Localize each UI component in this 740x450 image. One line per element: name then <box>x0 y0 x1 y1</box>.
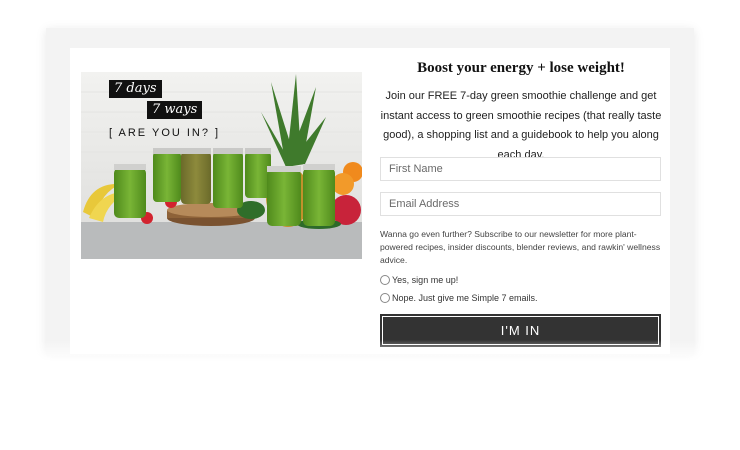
hero-tag-question: [ ARE YOU IN? ] <box>109 127 221 139</box>
hero-tag-ways: 7 ways <box>147 101 203 119</box>
newsletter-text: Wanna go even further? Subscribe to our … <box>380 229 661 265</box>
optin-title: Boost your energy + lose weight! <box>417 60 625 76</box>
email-input[interactable] <box>380 192 661 216</box>
radio-yes[interactable] <box>380 275 390 285</box>
smoothie-jars-illustration <box>81 72 362 259</box>
bottom-fade <box>0 340 740 450</box>
hero-tag-days: 7 days <box>109 80 162 98</box>
optin-description: Join our FREE 7-day green smoothie chall… <box>380 90 662 161</box>
radio-no[interactable] <box>380 293 390 303</box>
smoothie-hero-image: 7 days 7 ways [ ARE YOU IN? ] <box>81 72 362 259</box>
first-name-input[interactable] <box>380 157 661 181</box>
option-yes[interactable]: Yes, sign me up! <box>380 273 458 287</box>
option-no-label: Nope. Just give me Simple 7 emails. <box>392 293 538 303</box>
option-yes-label: Yes, sign me up! <box>392 275 459 285</box>
option-no[interactable]: Nope. Just give me Simple 7 emails. <box>380 291 538 305</box>
